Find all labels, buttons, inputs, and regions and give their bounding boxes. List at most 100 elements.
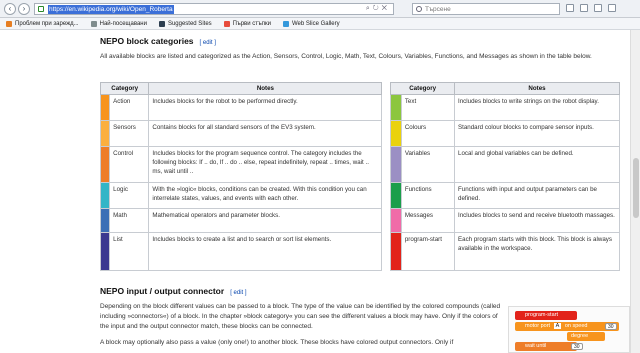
section-intro: All available blocks are listed and cate… [100, 53, 592, 60]
motor-block: motor port A on speed [515, 322, 619, 331]
table-row: Control Includes blocks for the program … [99, 146, 620, 183]
speed-label: on speed [564, 323, 588, 329]
color-swatch [390, 94, 402, 121]
notes-cell: Standard colour blocks to compare sensor… [454, 120, 620, 147]
header-notes: Notes [454, 82, 620, 95]
notes-cell: Includes blocks for the robot to be perf… [148, 94, 383, 121]
category-cell: Action [109, 94, 150, 121]
category-cell: program-start [400, 232, 456, 271]
notes-cell: Includes blocks to create a list and to … [148, 232, 383, 271]
table-gap [381, 94, 391, 121]
section-paragraph: A block may optionally also pass a value… [100, 339, 454, 346]
table-row: Logic With the »logic« blocks, condition… [99, 182, 620, 209]
scrollbar-thumb[interactable] [633, 158, 639, 218]
wait-value: 30 [571, 343, 583, 350]
notes-cell: Includes blocks for the program sequence… [148, 146, 383, 183]
notes-cell: Includes blocks to write strings on the … [454, 94, 620, 121]
motor-label: motor port [525, 323, 551, 329]
url-action-icons[interactable]: ⌕↻✕ [366, 5, 390, 13]
table-row: Sensors Contains blocks for all standard… [99, 120, 620, 147]
category-cell: List [109, 232, 150, 271]
table-gap [381, 232, 391, 271]
table-header-row: Category Notes Category Notes [99, 82, 620, 95]
page-content: NEPO block categories [ edit ] All availa… [92, 30, 628, 353]
bookmark-label: Suggested Sites [167, 20, 212, 27]
favorites-icon[interactable] [580, 4, 588, 12]
table-gap [381, 146, 391, 183]
page-scrollbar[interactable] [630, 30, 640, 353]
address-bar[interactable]: https://en.wikipedia.org/wiki/Open_Rober… [34, 3, 394, 15]
search-icon [416, 6, 422, 12]
bookmark-label: Web Slice Gallery [292, 20, 340, 27]
folder-icon [90, 20, 97, 27]
tools-icon[interactable] [594, 4, 602, 12]
degree-block: degree [567, 332, 605, 341]
color-swatch [390, 146, 402, 183]
section-heading: NEPO block categories [ edit ] [100, 36, 216, 46]
program-start-block: program-start [515, 311, 577, 320]
header-notes: Notes [148, 82, 383, 95]
section-title: NEPO block categories [100, 36, 194, 46]
search-box[interactable]: Търсене [412, 3, 560, 15]
color-swatch [390, 208, 402, 233]
color-swatch [390, 120, 402, 147]
bookmark-label: Първи стъпки [232, 20, 271, 27]
category-cell: Math [109, 208, 150, 233]
nepo-blocks-image: program-start motor port A on speed 30 d… [508, 306, 630, 353]
bookmark-item[interactable]: Web Slice Gallery [283, 20, 340, 27]
table-row: List Includes blocks to create a list an… [99, 232, 620, 271]
table-row: Math Mathematical operators and paramete… [99, 208, 620, 233]
color-swatch [99, 208, 111, 233]
edit-link[interactable]: [ edit ] [200, 40, 216, 46]
category-cell: Messages [400, 208, 456, 233]
page-icon [6, 20, 12, 27]
bookmarks-bar: Проблем при зарежд... Най-посещавани Sug… [0, 18, 640, 30]
table-row: Action Includes blocks for the robot to … [99, 94, 620, 121]
search-placeholder: Търсене [425, 5, 451, 13]
header-category: Category [99, 82, 150, 95]
header-category: Category [390, 82, 456, 95]
url-text[interactable]: https://en.wikipedia.org/wiki/Open_Rober… [48, 4, 174, 14]
color-swatch [99, 120, 111, 147]
wait-block: wait until [515, 342, 577, 351]
firefox-icon [223, 20, 230, 27]
bookmark-item[interactable]: Първи стъпки [223, 20, 271, 27]
notes-cell: Local and global variables can be define… [454, 146, 620, 183]
section-heading: NEPO input / output connector [ edit ] [100, 286, 247, 296]
bookmark-item[interactable]: Suggested Sites [158, 20, 212, 27]
home-icon[interactable] [566, 4, 574, 12]
table-gap [381, 182, 391, 209]
speed-value: 30 [605, 323, 617, 330]
back-icon[interactable]: ‹ [4, 2, 16, 15]
notes-cell: Includes blocks to send and receive blue… [454, 208, 620, 233]
ie-icon [158, 20, 165, 27]
toolbar-icons [566, 4, 616, 12]
color-swatch [99, 94, 111, 121]
notes-cell: Mathematical operators and parameter blo… [148, 208, 383, 233]
forward-icon[interactable]: › [18, 2, 30, 15]
smiley-icon[interactable] [608, 4, 616, 12]
categories-table: Category Notes Category Notes Action Inc… [99, 82, 620, 271]
color-swatch [99, 182, 111, 209]
bookmark-label: Проблем при зарежд... [15, 20, 79, 27]
bookmark-label: Най-посещавани [99, 20, 147, 27]
notes-cell: Contains blocks for all standard sensors… [148, 120, 383, 147]
web-slice-icon [283, 20, 289, 27]
color-swatch [390, 232, 402, 271]
bookmark-item[interactable]: Проблем при зарежд... [6, 20, 79, 27]
category-cell: Colours [400, 120, 456, 147]
category-cell: Variables [400, 146, 456, 183]
bookmark-item[interactable]: Най-посещавани [90, 20, 147, 27]
notes-cell: Each program starts with this block. Thi… [454, 232, 620, 271]
edit-link[interactable]: [ edit ] [230, 290, 246, 296]
color-swatch [99, 146, 111, 183]
category-cell: Control [109, 146, 150, 183]
category-cell: Sensors [109, 120, 150, 147]
notes-cell: Functions with input and output paramete… [454, 182, 620, 209]
category-cell: Text [400, 94, 456, 121]
lock-icon [38, 6, 44, 12]
category-cell: Functions [400, 182, 456, 209]
color-swatch [390, 182, 402, 209]
category-cell: Logic [109, 182, 150, 209]
table-gap [381, 120, 391, 147]
